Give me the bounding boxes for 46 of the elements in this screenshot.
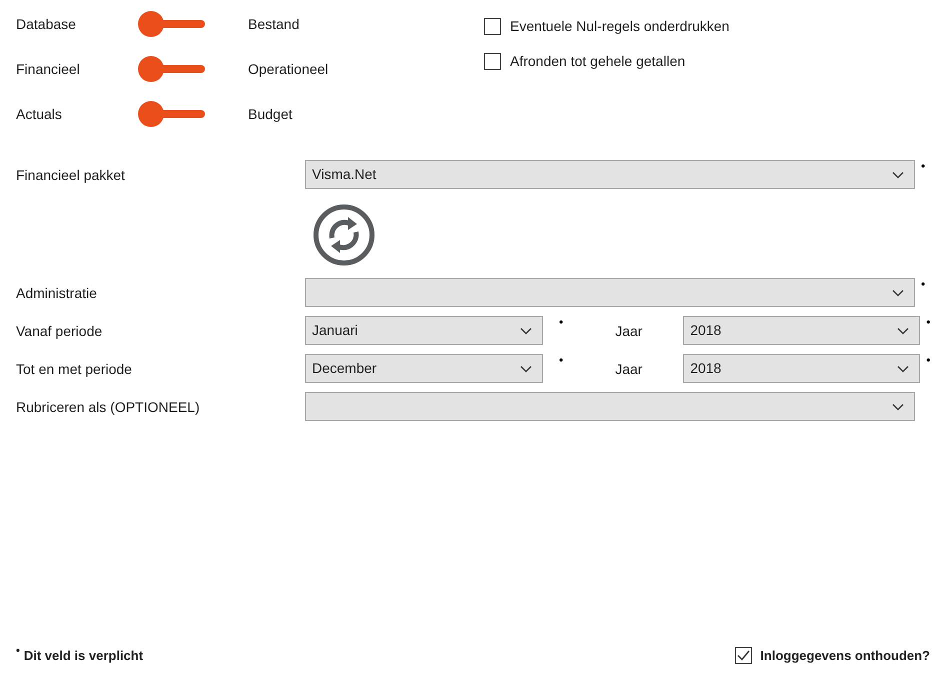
- dropdown-field[interactable]: 2018: [683, 354, 920, 383]
- checkbox[interactable]: [735, 646, 752, 664]
- chevron-down-icon: [897, 364, 910, 372]
- required-mark: •: [921, 278, 926, 290]
- dropdown-field[interactable]: Visma.Net: [305, 160, 915, 189]
- refresh-icon[interactable]: [313, 204, 375, 266]
- required-mark: •: [559, 354, 564, 366]
- toggle-left-label: Database: [16, 14, 77, 34]
- field-label: Rubriceren als (OPTIONEEL): [16, 398, 201, 417]
- toggle-left-label: Actuals: [16, 104, 63, 124]
- field-label: Administratie: [16, 284, 98, 303]
- checkmark-icon: [737, 650, 750, 661]
- required-mark: •: [926, 354, 930, 366]
- field-label: Vanaf periode: [16, 322, 104, 341]
- chevron-down-icon: [520, 326, 532, 334]
- toggle-switch[interactable]: [138, 11, 207, 37]
- chevron-down-icon: [520, 364, 532, 372]
- dropdown-field[interactable]: December: [305, 354, 543, 383]
- toggle-right-label: Bestand: [248, 14, 300, 34]
- checkbox[interactable]: [484, 18, 501, 35]
- required-mark: •: [926, 316, 930, 328]
- toggle-right-label: Budget: [248, 104, 292, 124]
- toggle-switch[interactable]: [138, 101, 207, 127]
- dropdown-field[interactable]: Januari: [305, 316, 543, 345]
- dropdown-field[interactable]: [305, 392, 915, 421]
- required-mark: •: [16, 646, 20, 656]
- chevron-down-icon: [892, 402, 904, 410]
- checkbox[interactable]: [484, 53, 501, 70]
- required-mark: •: [921, 160, 926, 172]
- toggle-right-label: Operationeel: [248, 60, 328, 79]
- checkbox-label: Afronden tot gehele getallen: [510, 52, 686, 71]
- dropdown-field[interactable]: 2018: [683, 316, 920, 345]
- checkbox-label: Eventuele Nul-regels onderdrukken: [510, 17, 730, 36]
- chevron-down-icon: [897, 326, 910, 334]
- chevron-down-icon: [892, 288, 904, 296]
- toggle-left-label: Financieel: [16, 60, 81, 78]
- checkbox-label: Inloggegevens onthouden?: [760, 646, 930, 665]
- required-mark: •: [559, 316, 564, 328]
- field-label: Jaar: [615, 360, 644, 379]
- required-note: Dit veld is verplicht: [24, 646, 144, 665]
- field-label: Jaar: [615, 322, 644, 341]
- toggle-switch[interactable]: [138, 56, 207, 82]
- chevron-down-icon: [892, 170, 904, 178]
- field-label: Financieel pakket: [16, 166, 126, 185]
- dropdown-field[interactable]: [305, 278, 915, 307]
- field-label: Tot en met periode: [16, 360, 133, 379]
